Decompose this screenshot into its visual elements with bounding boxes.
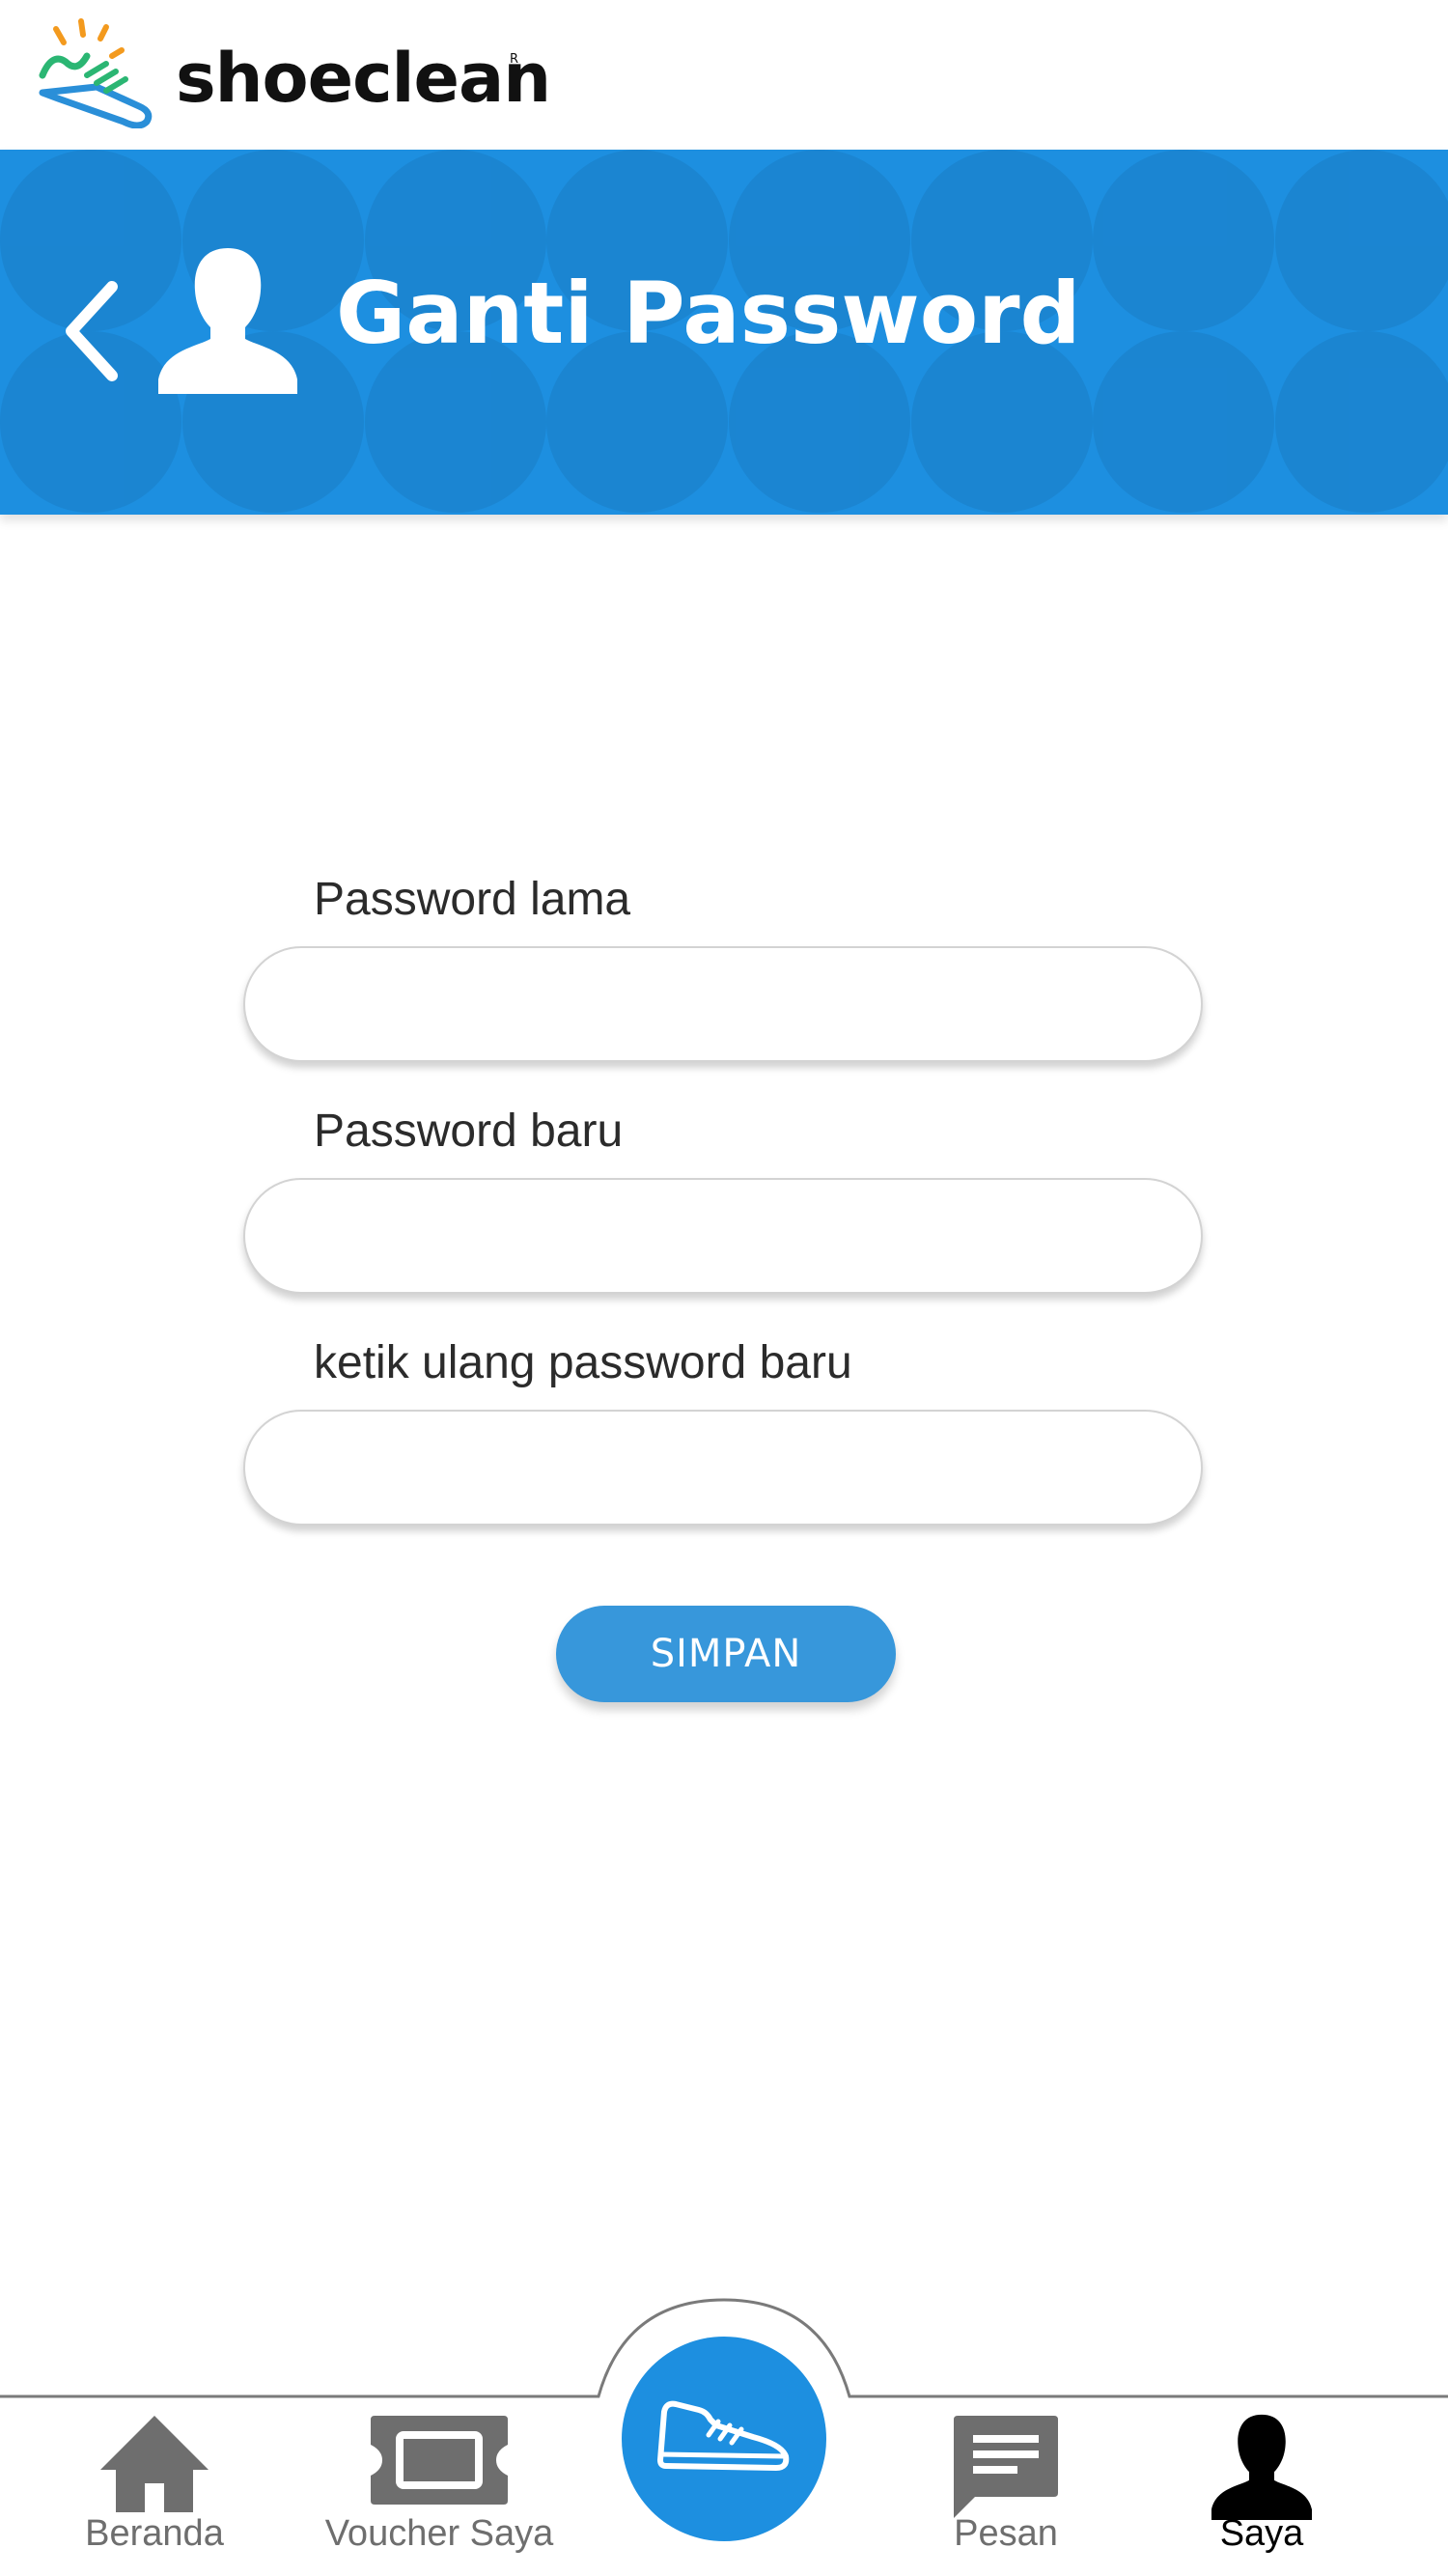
new-password-input[interactable] xyxy=(243,1178,1203,1294)
message-icon xyxy=(954,2416,1058,2518)
confirm-password-input[interactable] xyxy=(243,1410,1203,1526)
user-silhouette-icon xyxy=(158,248,297,394)
old-password-label: Password lama xyxy=(314,874,631,925)
bottom-navigation: Beranda Voucher Saya Pesan Saya xyxy=(0,2288,1448,2576)
back-button[interactable] xyxy=(58,273,135,389)
nav-label-beranda: Beranda xyxy=(85,2513,224,2554)
brand-logo: shoeclean R xyxy=(39,17,551,133)
nav-item-pesan[interactable]: Pesan xyxy=(880,2412,1131,2576)
page-title: Ganti Password xyxy=(336,264,1081,363)
nav-label-saya: Saya xyxy=(1219,2513,1304,2554)
nav-item-beranda[interactable]: Beranda xyxy=(29,2412,280,2576)
save-button[interactable]: SIMPAN xyxy=(556,1606,896,1702)
brand-name: shoeclean xyxy=(176,39,551,118)
nav-label-pesan: Pesan xyxy=(954,2513,1058,2554)
home-icon xyxy=(100,2416,209,2512)
old-password-input[interactable] xyxy=(243,946,1203,1062)
nav-item-voucher-saya[interactable]: Voucher Saya xyxy=(314,2412,565,2576)
shoe-icon xyxy=(657,2400,790,2471)
user-icon xyxy=(1211,2414,1313,2520)
confirm-password-label: ketik ulang password baru xyxy=(314,1337,852,1388)
shoe-logo-icon xyxy=(39,18,153,129)
registered-mark: R xyxy=(510,52,519,67)
order-shoe-button[interactable] xyxy=(622,2337,826,2541)
chevron-left-icon xyxy=(66,281,118,381)
nav-item-saya[interactable]: Saya xyxy=(1136,2412,1387,2576)
new-password-label: Password baru xyxy=(314,1106,624,1157)
nav-label-voucher-saya: Voucher Saya xyxy=(324,2513,554,2554)
ticket-icon xyxy=(371,2416,508,2505)
page-header-banner: Ganti Password xyxy=(0,150,1448,515)
app-top-bar: shoeclean R xyxy=(0,0,1448,150)
